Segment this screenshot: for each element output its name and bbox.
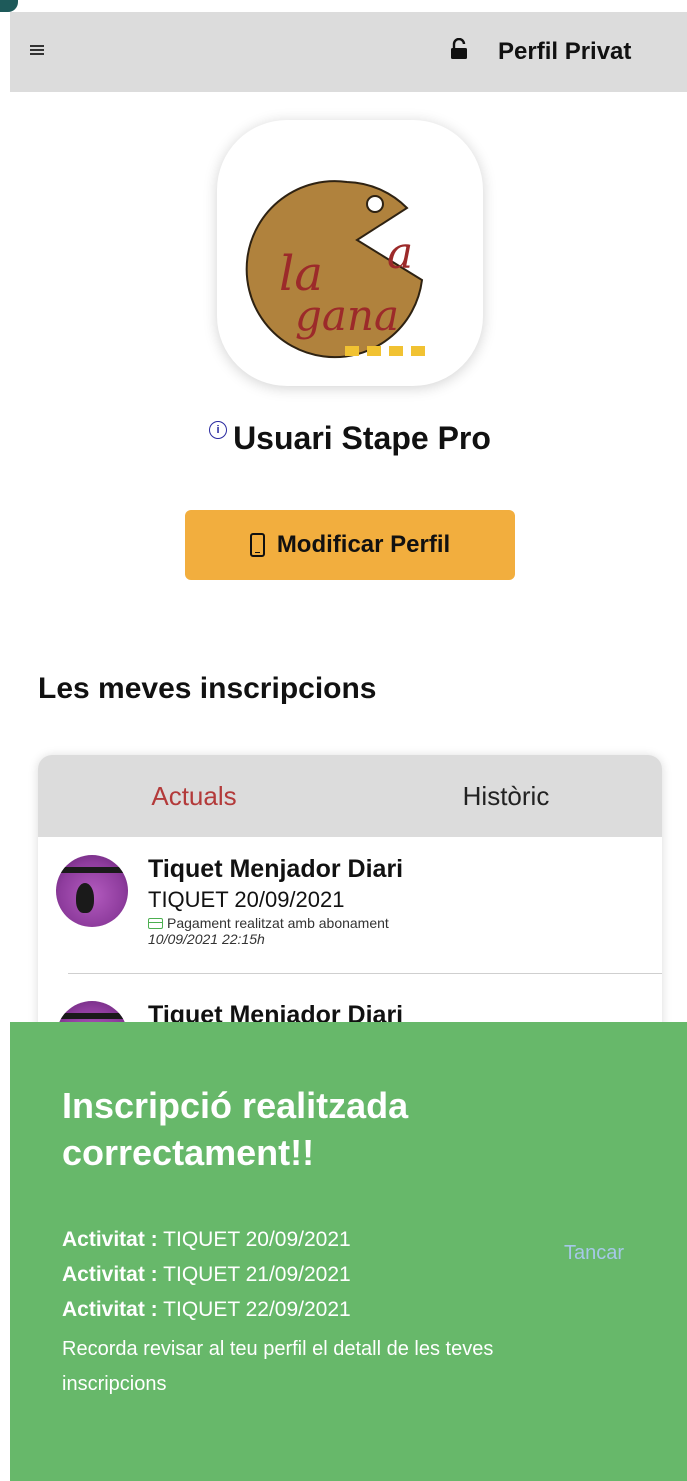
toast-activity-line: Activitat : TIQUET 20/09/2021 bbox=[62, 1228, 351, 1251]
item-subtitle: TIQUET 20/09/2021 bbox=[148, 887, 345, 912]
tab-current[interactable]: Actuals bbox=[38, 755, 350, 837]
unlocked-padlock-icon bbox=[451, 38, 467, 59]
info-icon[interactable]: i bbox=[209, 421, 228, 439]
item-title: Tiquet Menjador Diari bbox=[148, 855, 404, 883]
registrations-tabs: Actuals Històric bbox=[38, 755, 662, 837]
header-title: Perfil Privat bbox=[498, 38, 632, 65]
phone-icon bbox=[249, 533, 265, 557]
list-divider bbox=[68, 973, 662, 974]
svg-text:a: a bbox=[387, 228, 413, 279]
toast-activity-list: Activitat : TIQUET 20/09/2021 Activitat … bbox=[62, 1222, 351, 1327]
avatar bbox=[56, 855, 128, 927]
toast-title: Inscripció realitzada correctament!! bbox=[62, 1085, 409, 1173]
profile-logo: a la gana bbox=[217, 120, 483, 386]
close-toast-button[interactable]: Tancar bbox=[564, 1242, 624, 1265]
hamburger-menu-icon[interactable] bbox=[30, 45, 44, 55]
success-toast: Inscripció realitzada correctament!! Act… bbox=[10, 1022, 687, 1481]
corner-decoration bbox=[0, 0, 18, 12]
edit-profile-button[interactable]: Modificar Perfil bbox=[185, 510, 515, 580]
tab-history[interactable]: Històric bbox=[350, 755, 662, 837]
toast-note: Recorda revisar al teu perfil el detall … bbox=[62, 1338, 494, 1395]
profile-name: Usuari Stape Pro bbox=[233, 420, 491, 456]
item-payment-text: Pagament realitzat amb abonament bbox=[167, 915, 389, 931]
toast-activity-line: Activitat : TIQUET 21/09/2021 bbox=[62, 1263, 351, 1286]
la-gana-logo-icon: a la gana bbox=[245, 180, 425, 359]
toast-activity-line: Activitat : TIQUET 22/09/2021 bbox=[62, 1298, 351, 1321]
item-payment: Pagament realitzat amb abonament bbox=[148, 915, 389, 931]
profile-name-row: i Usuari Stape Pro bbox=[0, 420, 687, 457]
svg-text:gana: gana bbox=[295, 291, 399, 340]
credit-card-icon bbox=[148, 917, 163, 929]
edit-profile-label: Modificar Perfil bbox=[276, 531, 451, 558]
item-date: 10/09/2021 22:15h bbox=[148, 931, 265, 947]
registrations-title: Les meves inscripcions bbox=[38, 672, 377, 705]
list-item[interactable]: Tiquet Menjador Diari TIQUET 20/09/2021 … bbox=[38, 837, 662, 977]
